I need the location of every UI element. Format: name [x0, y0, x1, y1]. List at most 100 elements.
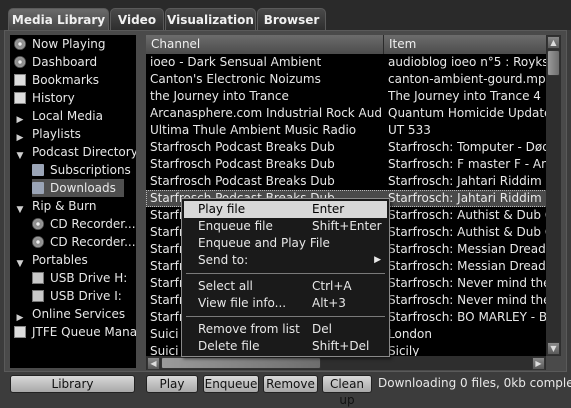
item-cell: Starfrosch: Never mind the in: [388, 276, 548, 290]
menu-item-enqueue-and-play-file[interactable]: Enqueue and Play File: [184, 235, 387, 252]
menu-item-label: Enqueue file: [198, 219, 273, 233]
remove-button[interactable]: Remove: [263, 375, 318, 393]
sidebar-item-usb-drive-h[interactable]: USB Drive H:: [32, 269, 127, 287]
triangle-down-icon[interactable]: ▼: [14, 204, 26, 216]
menu-item-select-all[interactable]: Select all Ctrl+A: [184, 278, 387, 295]
sidebar-item-label: USB Drive I:: [50, 289, 122, 303]
sidebar-item-label: History: [32, 91, 75, 105]
scroll-right-arrow-icon[interactable]: ▶: [532, 357, 545, 370]
horizontal-scroll-thumb[interactable]: [161, 357, 321, 369]
sidebar-item-label: Podcast Directory: [32, 145, 136, 159]
menu-separator: [186, 273, 385, 274]
column-header-item[interactable]: Item: [384, 35, 547, 54]
item-cell: London: [388, 327, 432, 341]
sidebar-item-subscriptions[interactable]: Subscriptions: [32, 161, 131, 179]
enqueue-button[interactable]: Enqueue: [203, 375, 259, 393]
sidebar-item-jtfe-queue[interactable]: JTFE Queue Mana: [14, 323, 136, 341]
table-row[interactable]: Starfrosch Podcast Breaks Dub Starfrosch:…: [146, 156, 548, 173]
vertical-scroll-thumb[interactable]: [547, 50, 560, 76]
sidebar-item-label: CD Recorder...: [50, 217, 136, 231]
folder-icon: [32, 182, 44, 194]
horizontal-scrollbar[interactable]: ◀ ▶: [146, 356, 546, 370]
table-row[interactable]: Canton's Electronic Noizums canton-ambien…: [146, 71, 548, 88]
item-cell: The Journey into Trance 4: [388, 89, 541, 103]
column-header-channel[interactable]: Channel: [146, 35, 384, 54]
sidebar-item-label: Local Media: [32, 109, 103, 123]
sidebar-item-label: Rip & Burn: [32, 199, 97, 213]
item-cell: Starfrosch: Jahtari Riddim Fo: [388, 191, 548, 205]
menu-item-play-file[interactable]: Play file Enter: [184, 201, 387, 218]
disc-icon: [14, 38, 26, 50]
tab-browser[interactable]: Browser: [257, 8, 326, 30]
channel-cell: Starfrosch Podcast Breaks Dub: [150, 140, 335, 154]
sidebar-item-label: Portables: [32, 253, 88, 267]
sidebar-item-portables[interactable]: ▼ Portables: [14, 251, 88, 269]
sidebar-item-history[interactable]: History: [14, 89, 75, 107]
history-icon: [14, 92, 26, 104]
sidebar-item-downloads[interactable]: Downloads: [32, 179, 124, 197]
menu-item-shortcut: Shift+Del: [312, 339, 370, 353]
table-row[interactable]: ioeo - Dark Sensual Ambient audioblog ioe…: [146, 54, 548, 71]
scroll-up-arrow-icon[interactable]: ▲: [547, 36, 560, 49]
table-row[interactable]: the Journey into Trance The Journey into …: [146, 88, 547, 105]
tab-media-library[interactable]: Media Library: [8, 8, 109, 30]
item-cell: canton-ambient-gourd.mp3: [388, 72, 548, 86]
menu-item-shortcut: Del: [312, 322, 332, 336]
tab-visualization[interactable]: Visualization: [165, 8, 256, 30]
triangle-down-icon[interactable]: ▼: [14, 150, 26, 162]
table-row[interactable]: Starfrosch Podcast Breaks Dub Starfrosch:…: [146, 173, 548, 190]
sidebar-item-rip-burn[interactable]: ▼ Rip & Burn: [14, 197, 97, 216]
menu-item-shortcut: Enter: [312, 202, 345, 216]
sidebar-item-bookmarks[interactable]: Bookmarks: [14, 71, 99, 89]
sidebar-item-usb-drive-i[interactable]: USB Drive I:: [32, 287, 122, 305]
sidebar-item-label: USB Drive H:: [50, 271, 128, 285]
menu-item-enqueue-file[interactable]: Enqueue file Shift+Enter: [184, 218, 387, 235]
item-cell: Starfrosch: BO MARLEY - Bau: [388, 310, 548, 324]
sidebar-item-dashboard[interactable]: Dashboard: [14, 53, 97, 71]
channel-cell: Starfrosch Podcast Breaks Dub: [150, 157, 335, 171]
scroll-down-arrow-icon[interactable]: ▼: [547, 342, 560, 355]
sidebar-item-playlists[interactable]: ▶ Playlists: [14, 125, 81, 143]
item-cell: Starfrosch: Never mind the in: [388, 293, 548, 307]
menu-item-remove-from-list[interactable]: Remove from list Del: [184, 321, 387, 338]
menu-item-delete-file[interactable]: Delete file Shift+Del: [184, 338, 387, 355]
tab-bar: Media Library Video Visualization Browse…: [0, 0, 571, 30]
tab-video[interactable]: Video: [110, 8, 164, 30]
sidebar-item-label: Playlists: [32, 127, 81, 141]
channel-cell: Arcanasphere.com Industrial Rock Audi...: [150, 106, 382, 120]
sidebar-item-cd-recorder-2[interactable]: CD Recorder...: [32, 233, 136, 251]
menu-item-label: Delete file: [198, 339, 260, 353]
submenu-arrow-icon: ▶: [374, 255, 381, 265]
document-icon: [14, 326, 26, 338]
menu-item-view-file-info[interactable]: View file info... Alt+3: [184, 295, 387, 312]
table-row[interactable]: Arcanasphere.com Industrial Rock Audi...…: [146, 105, 548, 122]
item-cell: Starfrosch: Jahtari Riddim Fo: [388, 174, 548, 188]
menu-item-shortcut: Shift+Enter: [312, 219, 382, 233]
triangle-down-icon[interactable]: ▼: [14, 258, 26, 270]
menu-item-shortcut: Ctrl+A: [312, 279, 352, 293]
cd-icon: [32, 218, 44, 230]
vertical-scrollbar[interactable]: ▲ ▼: [546, 35, 561, 356]
menu-item-label: Remove from list: [198, 322, 300, 336]
scroll-left-arrow-icon[interactable]: ◀: [147, 357, 160, 370]
channel-cell: Starfrosch Podcast Breaks Dub: [150, 174, 335, 188]
sidebar-item-podcast-directory[interactable]: ▼ Podcast Directory: [14, 143, 136, 161]
item-cell: Quantum Homicide Updates: [388, 106, 548, 120]
sidebar-item-local-media[interactable]: ▶ Local Media: [14, 107, 103, 125]
table-row[interactable]: Starfrosch Podcast Breaks Dub Starfrosch:…: [146, 139, 548, 156]
table-row[interactable]: Ultima Thule Ambient Music Radio UT 533: [146, 122, 547, 139]
library-button[interactable]: Library: [10, 375, 135, 393]
menu-item-label: Enqueue and Play File: [198, 236, 330, 250]
item-cell: Starfrosch: Authist & Dub One: [388, 208, 548, 222]
sidebar-item-label: Now Playing: [32, 37, 106, 51]
usb-drive-icon: [32, 290, 44, 302]
sidebar-item-cd-recorder-1[interactable]: CD Recorder...: [32, 215, 136, 233]
menu-separator: [186, 316, 385, 317]
menu-item-send-to[interactable]: Send to: ▶: [184, 252, 387, 269]
sidebar-item-now-playing[interactable]: Now Playing: [14, 35, 106, 53]
sidebar-tree: Now Playing Dashboard Bookmarks History …: [10, 35, 136, 368]
sidebar-item-label: Subscriptions: [50, 163, 131, 177]
play-button[interactable]: Play: [146, 375, 198, 393]
clean-up-button[interactable]: Clean up: [322, 375, 372, 407]
sidebar-item-online-services[interactable]: ▶ Online Services: [14, 305, 126, 323]
